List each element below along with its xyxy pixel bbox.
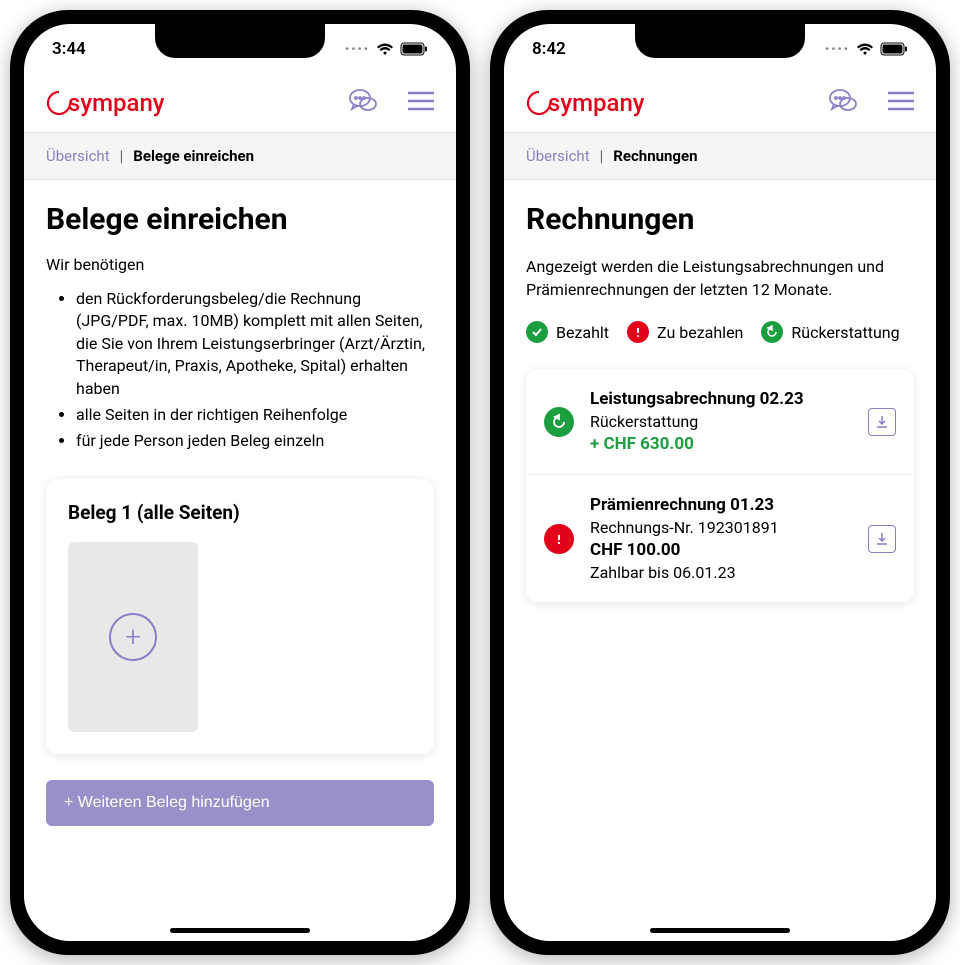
- phone-screen: 8:42 •••• sympany: [504, 24, 936, 941]
- legend-label: Zu bezahlen: [657, 323, 743, 342]
- invoice-item-refund[interactable]: Leistungsabrechnung 02.23 Rückerstattung…: [526, 369, 914, 475]
- home-indicator[interactable]: [650, 928, 790, 933]
- refund-circle-icon: [761, 321, 783, 343]
- requirements-list: den Rückforderungsbeleg/die Rechnung (JP…: [46, 288, 434, 453]
- breadcrumb-separator: |: [600, 147, 604, 165]
- breadcrumb-root[interactable]: Übersicht: [526, 147, 590, 165]
- list-item: den Rückforderungsbeleg/die Rechnung (JP…: [76, 288, 434, 400]
- intro-text: Wir benötigen: [46, 255, 434, 274]
- invoice-subtitle: Rechnungs-Nr. 192301891: [590, 518, 852, 537]
- status-time: 3:44: [52, 39, 86, 59]
- header-actions: [828, 87, 914, 119]
- legend-refund: Rückerstattung: [761, 321, 899, 343]
- status-right: ••••: [825, 42, 908, 56]
- battery-icon: [880, 42, 908, 56]
- download-icon[interactable]: [868, 408, 896, 436]
- page-title: Belege einreichen: [46, 202, 434, 237]
- list-item: für jede Person jeden Beleg einzeln: [76, 430, 434, 452]
- invoice-item-due[interactable]: Prämienrechnung 01.23 Rechnungs-Nr. 1923…: [526, 475, 914, 602]
- breadcrumb-current: Rechnungen: [613, 147, 697, 165]
- upload-card: Beleg 1 (alle Seiten) +: [46, 479, 434, 754]
- invoice-title: Prämienrechnung 01.23: [590, 495, 852, 515]
- legend-label: Bezahlt: [556, 323, 609, 342]
- notch: [155, 24, 325, 58]
- app-header: sympany: [504, 74, 936, 132]
- phone-screen: 3:44 •••• sympany: [24, 24, 456, 941]
- download-icon[interactable]: [868, 525, 896, 553]
- legend-label: Rückerstattung: [791, 323, 899, 342]
- legend-due: Zu bezahlen: [627, 321, 743, 343]
- phone-frame-left: 3:44 •••• sympany: [10, 10, 470, 955]
- brand-logo[interactable]: sympany: [46, 89, 165, 117]
- invoice-title: Leistungsabrechnung 02.23: [590, 389, 852, 409]
- chat-icon[interactable]: [828, 87, 858, 119]
- breadcrumb-current: Belege einreichen: [133, 147, 254, 165]
- status-time: 8:42: [532, 39, 566, 59]
- upload-dropzone[interactable]: +: [68, 542, 198, 732]
- breadcrumb-separator: |: [120, 147, 124, 165]
- wifi-icon: [856, 42, 874, 56]
- invoice-list: Leistungsabrechnung 02.23 Rückerstattung…: [526, 369, 914, 602]
- upload-card-title: Beleg 1 (alle Seiten): [68, 501, 412, 524]
- invoice-due-date: Zahlbar bis 06.01.23: [590, 563, 852, 582]
- add-document-button[interactable]: + Weiteren Beleg hinzufügen: [46, 780, 434, 826]
- breadcrumb: Übersicht | Belege einreichen: [24, 132, 456, 180]
- invoice-body: Prämienrechnung 01.23 Rechnungs-Nr. 1923…: [590, 495, 852, 582]
- page-title: Rechnungen: [526, 202, 914, 237]
- breadcrumb: Übersicht | Rechnungen: [504, 132, 936, 180]
- status-legend: Bezahlt Zu bezahlen Rückerstattung: [526, 321, 914, 343]
- alert-circle-icon: [544, 524, 574, 554]
- brand-name: sympany: [68, 89, 165, 117]
- home-indicator[interactable]: [170, 928, 310, 933]
- menu-icon[interactable]: [408, 91, 434, 115]
- menu-icon[interactable]: [888, 91, 914, 115]
- plus-circle-icon: +: [109, 613, 157, 661]
- refund-circle-icon: [544, 407, 574, 437]
- legend-paid: Bezahlt: [526, 321, 609, 343]
- brand-logo[interactable]: sympany: [526, 89, 645, 117]
- chat-icon[interactable]: [348, 87, 378, 119]
- alert-circle-icon: [627, 321, 649, 343]
- logo-circle-icon: [46, 90, 72, 116]
- notch: [635, 24, 805, 58]
- wifi-icon: [376, 42, 394, 56]
- breadcrumb-root[interactable]: Übersicht: [46, 147, 110, 165]
- content-area: Belege einreichen Wir benötigen den Rück…: [24, 180, 456, 941]
- page-description: Angezeigt werden die Leistungsabrechnung…: [526, 255, 914, 301]
- cellular-dots-icon: ••••: [825, 42, 850, 56]
- invoice-amount: CHF 100.00: [590, 540, 852, 560]
- brand-name: sympany: [548, 89, 645, 117]
- phone-frame-right: 8:42 •••• sympany: [490, 10, 950, 955]
- invoice-subtitle: Rückerstattung: [590, 412, 852, 431]
- invoice-amount: + CHF 630.00: [590, 434, 852, 454]
- header-actions: [348, 87, 434, 119]
- logo-circle-icon: [526, 90, 552, 116]
- list-item: alle Seiten in der richtigen Reihenfolge: [76, 404, 434, 426]
- app-header: sympany: [24, 74, 456, 132]
- content-area: Rechnungen Angezeigt werden die Leistung…: [504, 180, 936, 941]
- check-circle-icon: [526, 321, 548, 343]
- cellular-dots-icon: ••••: [345, 42, 370, 56]
- status-right: ••••: [345, 42, 428, 56]
- invoice-body: Leistungsabrechnung 02.23 Rückerstattung…: [590, 389, 852, 454]
- battery-icon: [400, 42, 428, 56]
